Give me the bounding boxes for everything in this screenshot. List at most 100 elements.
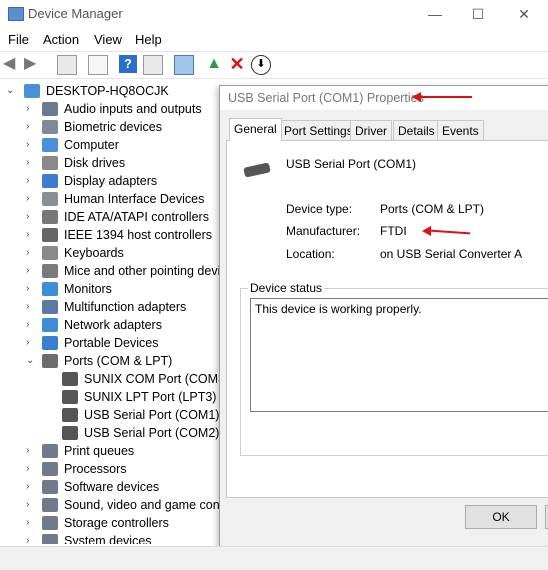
tree-category[interactable]: ⌄ Ports (COM & LPT)	[0, 352, 230, 370]
tree-port-device[interactable]: USB Serial Port (COM2)	[0, 424, 230, 442]
chevron-down-icon[interactable]: ⌄	[26, 352, 36, 366]
help-icon[interactable]: ?	[119, 55, 137, 73]
tree-category[interactable]: › Print queues	[0, 442, 230, 460]
chevron-right-icon[interactable]: ›	[26, 496, 36, 510]
tree-category[interactable]: › Software devices	[0, 478, 230, 496]
tree-item-label: Audio inputs and outputs	[64, 102, 202, 116]
chevron-right-icon[interactable]: ›	[26, 280, 36, 294]
chevron-right-icon[interactable]: ›	[26, 532, 36, 544]
tree-item-label: SUNIX COM Port (COM3)	[84, 372, 230, 386]
tab-port-settings[interactable]: Port Settings	[279, 120, 358, 141]
show-hidden-icon[interactable]	[88, 55, 108, 75]
chevron-right-icon[interactable]: ›	[26, 136, 36, 150]
tree-item-label: Biometric devices	[64, 120, 162, 134]
device-category-icon	[42, 192, 58, 206]
tab-general[interactable]: General	[229, 118, 282, 141]
tab-events[interactable]: Events	[437, 120, 484, 141]
device-category-icon	[42, 156, 58, 170]
menu-view[interactable]: View	[94, 32, 122, 47]
tree-port-device[interactable]: USB Serial Port (COM1)	[0, 406, 230, 424]
tree-item-label: SUNIX LPT Port (LPT3)	[84, 390, 217, 404]
back-icon[interactable]: ◀	[3, 55, 21, 73]
manufacturer-value: FTDI	[380, 224, 407, 238]
tree-category[interactable]: › Network adapters	[0, 316, 230, 334]
annotation-arrowhead-title	[412, 92, 421, 102]
tree-category[interactable]: › Mice and other pointing devic	[0, 262, 230, 280]
update-driver-icon[interactable]: ▲	[205, 55, 223, 73]
tree-category[interactable]: › Storage controllers	[0, 514, 230, 532]
menu-help[interactable]: Help	[135, 32, 162, 47]
chevron-right-icon[interactable]: ›	[26, 118, 36, 132]
tree-category[interactable]: › IDE ATA/ATAPI controllers	[0, 208, 230, 226]
chevron-right-icon[interactable]: ›	[26, 172, 36, 186]
chevron-right-icon[interactable]: ›	[26, 478, 36, 492]
device-manager-icon	[8, 7, 24, 21]
chevron-right-icon[interactable]: ›	[26, 514, 36, 528]
device-category-icon	[42, 480, 58, 494]
tree-category[interactable]: › Display adapters	[0, 172, 230, 190]
port-icon	[62, 426, 78, 440]
maximize-icon[interactable]: ☐	[468, 4, 488, 24]
tree-category[interactable]: › System devices	[0, 532, 230, 544]
device-category-icon	[42, 444, 58, 458]
device-status-textbox[interactable]: This device is working properly.	[250, 298, 548, 412]
tree-category[interactable]: › Sound, video and game contr	[0, 496, 230, 514]
tree-item-label: USB Serial Port (COM1)	[84, 408, 220, 422]
device-category-icon	[42, 354, 58, 368]
properties-view-icon[interactable]	[57, 55, 77, 75]
ok-button[interactable]: OK	[465, 505, 537, 529]
tree-category[interactable]: › IEEE 1394 host controllers	[0, 226, 230, 244]
dialog-title: USB Serial Port (COM1) Properties	[228, 91, 424, 105]
tree-item-label: Disk drives	[64, 156, 126, 170]
tab-driver[interactable]: Driver	[350, 120, 392, 141]
tree-category[interactable]: › Biometric devices	[0, 118, 230, 136]
tree-category[interactable]: › Monitors	[0, 280, 230, 298]
toolbar	[0, 51, 548, 79]
tab-details[interactable]: Details	[393, 120, 440, 141]
device-category-icon	[42, 282, 58, 296]
location-value: on USB Serial Converter A	[380, 247, 523, 261]
tree-item-label: IDE ATA/ATAPI controllers	[64, 210, 209, 224]
tree-category[interactable]: › Multifunction adapters	[0, 298, 230, 316]
tree-category[interactable]: › Audio inputs and outputs	[0, 100, 230, 118]
tree-item-label: Portable Devices	[64, 336, 159, 350]
computer-icon	[24, 84, 40, 98]
tree-category[interactable]: › Computer	[0, 136, 230, 154]
chevron-right-icon[interactable]: ›	[26, 208, 36, 222]
chevron-right-icon[interactable]: ›	[26, 316, 36, 330]
chevron-right-icon[interactable]: ›	[26, 442, 36, 456]
location-label: Location:	[286, 247, 335, 261]
scan-hardware-icon[interactable]	[174, 55, 194, 75]
device-category-icon	[42, 246, 58, 260]
menu-file[interactable]: File	[8, 32, 29, 47]
view-icon[interactable]	[143, 55, 163, 75]
tree-item-label: Ports (COM & LPT)	[64, 354, 173, 368]
forward-icon[interactable]: ▶	[24, 55, 42, 73]
device-category-icon	[42, 228, 58, 242]
menu-action[interactable]: Action	[43, 32, 79, 47]
uninstall-icon[interactable]: ✕	[228, 55, 246, 73]
chevron-right-icon[interactable]: ›	[26, 154, 36, 168]
chevron-down-icon[interactable]: ⌄	[6, 82, 16, 96]
chevron-right-icon[interactable]: ›	[26, 100, 36, 114]
tree-item-label: Computer	[64, 138, 119, 152]
tree-category[interactable]: › Keyboards	[0, 244, 230, 262]
tree-category[interactable]: › Disk drives	[0, 154, 230, 172]
chevron-right-icon[interactable]: ›	[26, 190, 36, 204]
chevron-right-icon[interactable]: ›	[26, 244, 36, 258]
menu-bar	[0, 28, 548, 50]
chevron-right-icon[interactable]: ›	[26, 226, 36, 240]
tree-category[interactable]: › Human Interface Devices	[0, 190, 230, 208]
minimize-icon[interactable]: —	[425, 4, 445, 24]
tree-root[interactable]: ⌄ DESKTOP-HQ8OCJK	[0, 82, 230, 100]
tree-port-device[interactable]: SUNIX COM Port (COM3)	[0, 370, 230, 388]
chevron-right-icon[interactable]: ›	[26, 298, 36, 312]
chevron-right-icon[interactable]: ›	[26, 334, 36, 348]
chevron-right-icon[interactable]: ›	[26, 262, 36, 276]
tree-port-device[interactable]: SUNIX LPT Port (LPT3)	[0, 388, 230, 406]
tree-category[interactable]: › Processors	[0, 460, 230, 478]
tree-category[interactable]: › Portable Devices	[0, 334, 230, 352]
chevron-right-icon[interactable]: ›	[26, 460, 36, 474]
download-icon[interactable]: ⬇	[251, 55, 271, 75]
close-icon[interactable]: ✕	[514, 4, 534, 24]
